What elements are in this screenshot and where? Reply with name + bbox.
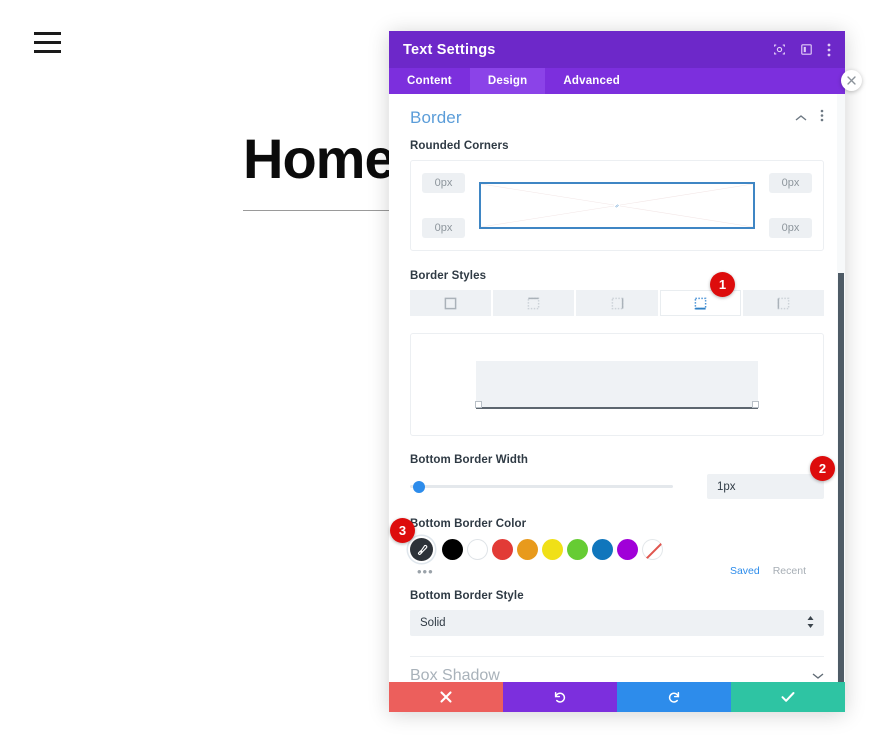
annotation-badge-1: 1 [710,272,735,297]
modal-header-icons [773,43,831,57]
corner-top-right-input[interactable]: 0px [769,173,812,193]
hamburger-icon[interactable] [34,32,61,53]
modal-header: Text Settings [389,31,845,68]
cancel-button[interactable] [389,682,503,712]
bottom-border-width-label: Bottom Border Width [410,454,529,466]
bottom-border-width-row: 1px [410,474,824,499]
chevron-down-icon[interactable] [812,667,824,682]
corner-preview-rect [479,182,755,229]
corner-bottom-right-input[interactable]: 0px [769,218,812,238]
modal-body: Border Rounded Corners 0px 0px 0px 0px B… [389,94,845,682]
border-style-left[interactable] [742,290,825,316]
saved-colors-link[interactable]: Saved [730,565,760,577]
annotation-badge-3: 3 [390,518,415,543]
swatch-orange[interactable] [517,539,538,560]
section-box-shadow[interactable]: Box Shadow [410,656,824,682]
bottom-border-style-group: Bottom Border Style Solid [410,590,824,636]
tab-content[interactable]: Content [389,68,470,94]
hamburger-bar [34,41,61,44]
border-preview-element [475,360,759,409]
corner-bottom-left-input[interactable]: 0px [422,218,465,238]
swatch-blue[interactable] [592,539,613,560]
swatch-white[interactable] [467,539,488,560]
hamburger-bar [34,32,61,35]
recent-colors-link[interactable]: Recent [773,565,806,577]
more-vertical-icon[interactable] [820,109,824,127]
section-title-box-shadow: Box Shadow [410,667,500,682]
color-more-options[interactable]: ••• [417,565,434,578]
more-vertical-icon[interactable] [827,43,831,57]
bottom-border-style-value: Solid [420,617,446,629]
redo-button[interactable] [617,682,731,712]
slider-knob[interactable] [413,480,425,493]
modal-scrollbar-thumb[interactable] [838,273,844,682]
modal-footer [389,682,845,712]
swatch-black[interactable] [442,539,463,560]
modal-scrollbar[interactable] [837,94,845,682]
bottom-border-color-label: Bottom Border Color [410,518,527,530]
save-button[interactable] [731,682,845,712]
chevron-up-icon[interactable] [795,109,807,127]
hamburger-bar [34,50,61,53]
bottom-border-width-value[interactable]: 1px [707,474,824,499]
swatch-green[interactable] [567,539,588,560]
swatch-red[interactable] [492,539,513,560]
bottom-border-style-select[interactable]: Solid [410,610,824,636]
border-style-top[interactable] [493,290,575,316]
select-arrows-icon [807,615,814,630]
undo-button[interactable] [503,682,617,712]
border-styles-group [410,290,825,316]
tab-design[interactable]: Design [469,68,546,94]
border-style-all[interactable] [410,290,492,316]
bottom-border-width-slider[interactable] [410,477,707,497]
bottom-border-color-eyedropper[interactable] [410,538,433,561]
border-preview-box [410,333,824,436]
modal-title: Text Settings [403,41,496,58]
link-icon[interactable] [614,203,620,208]
text-settings-modal: Text Settings Content Design Advanced Bo… [389,31,845,712]
rounded-corners-control: 0px 0px 0px 0px [410,160,824,251]
tab-advanced[interactable]: Advanced [545,68,638,94]
modal-tab-bar: Content Design Advanced [389,68,845,94]
slider-track [410,485,673,488]
border-styles-label: Border Styles [410,270,487,282]
preview-icon[interactable] [773,43,786,56]
swatch-transparent[interactable] [642,539,663,560]
color-palette [410,538,824,561]
layout-columns-icon[interactable] [800,43,813,56]
section-title-border: Border [410,108,462,127]
bottom-border-style-label: Bottom Border Style [410,590,524,602]
border-style-right[interactable] [576,290,658,316]
annotation-badge-2: 2 [810,456,835,481]
rounded-corners-label: Rounded Corners [410,140,509,152]
modal-close-button[interactable] [841,70,862,91]
corner-top-left-input[interactable]: 0px [422,173,465,193]
swatch-yellow[interactable] [542,539,563,560]
palette-meta-row: ••• Saved Recent [410,564,824,578]
swatch-purple[interactable] [617,539,638,560]
border-section-header[interactable]: Border [410,108,824,140]
